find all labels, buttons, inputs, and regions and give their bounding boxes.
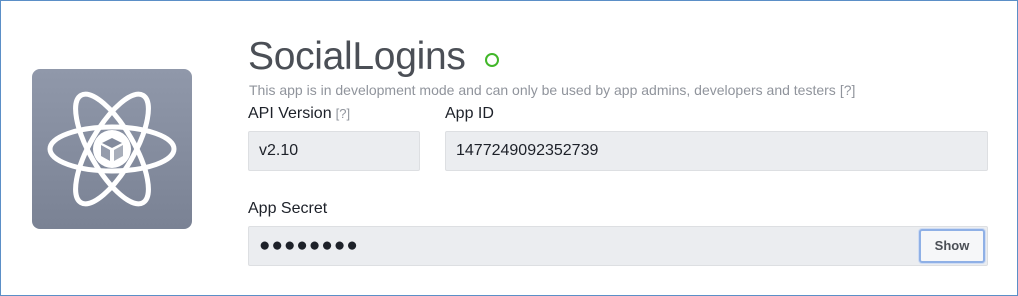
api-version-field[interactable]: v2.10 [248, 131, 420, 171]
api-version-label-text: API Version [248, 105, 332, 122]
api-version-label: API Version [?] [248, 104, 350, 124]
development-mode-note: This app is in development mode and can … [249, 82, 855, 99]
show-secret-button[interactable]: Show [919, 229, 985, 263]
app-secret-label: App Secret [248, 200, 328, 217]
app-settings-panel: SocialLogins This app is in development … [0, 0, 1018, 296]
api-version-help-link[interactable]: [?] [336, 106, 350, 121]
app-name-title: SocialLogins [248, 35, 466, 78]
atom-cube-icon [32, 69, 192, 229]
app-secret-masked-value: ●●●●●●●● [259, 235, 359, 256]
app-id-label: App ID [445, 105, 494, 122]
development-mode-text: This app is in development mode and can … [249, 82, 836, 98]
dev-mode-help-link[interactable]: [?] [840, 82, 856, 98]
status-indicator-icon [485, 53, 499, 67]
app-id-field[interactable]: 1477249092352739 [445, 131, 988, 171]
app-secret-field[interactable]: ●●●●●●●● Show [248, 226, 988, 266]
